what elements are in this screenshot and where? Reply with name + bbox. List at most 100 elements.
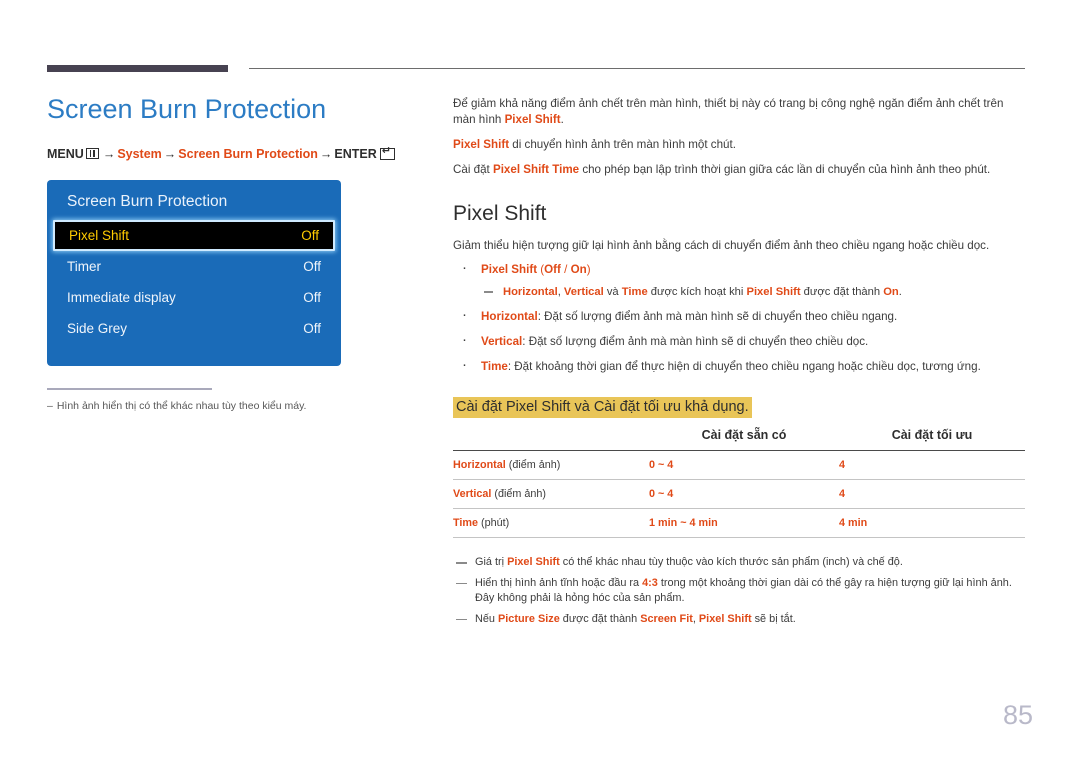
footnotes-block: Giá trị Pixel Shift có thể khác nhau tùy… <box>453 555 1025 627</box>
section-title-pixel-shift: Pixel Shift <box>453 202 547 225</box>
bullet-term: Vertical <box>481 335 523 348</box>
table-value-available: 0 ~ 4 <box>649 459 674 471</box>
osd-row-label: Side Grey <box>67 321 128 336</box>
table-value-optimum: 4 <box>839 459 846 471</box>
feature-bullet-list: Pixel Shift (Off / On) Horizontal, Verti… <box>453 260 1025 375</box>
intro-p2-text: di chuyển hình ảnh trên màn hình một chú… <box>509 138 736 151</box>
subnote-term-vertical: Vertical <box>563 286 604 298</box>
breadcrumb-item-system[interactable]: System <box>117 147 161 161</box>
footnote-1: Giá trị Pixel Shift có thể khác nhau tùy… <box>453 555 1025 571</box>
intro-p3-text-a: Cài đặt <box>453 163 493 176</box>
bullet-option-separator: / <box>560 263 571 276</box>
osd-row-value: Off <box>303 321 321 336</box>
intro-paragraph-2: Pixel Shift di chuyển hình ảnh trên màn … <box>453 137 1025 153</box>
osd-row-label: Timer <box>67 259 101 274</box>
table-row: Time (phút) 1 min ~ 4 min 4 min <box>453 508 1025 538</box>
enter-key-icon <box>379 145 395 160</box>
table-header-optimum: Cài đặt tối ưu <box>839 425 1025 451</box>
osd-row-label: Immediate display <box>67 290 176 305</box>
breadcrumb: MENU → System → Screen Burn Protection → ENTER <box>47 145 427 162</box>
footnote-3-term-pixel-shift: Pixel Shift <box>698 612 752 625</box>
osd-menu-title: Screen Burn Protection <box>67 193 228 210</box>
table-cell-optimum: 4 <box>839 479 1025 509</box>
footnote-3-text-c: được đặt thành <box>559 612 641 625</box>
bullet-text: : Đặt số lượng điểm ảnh mà màn hình sẽ d… <box>537 310 898 323</box>
table-cell-optimum: 4 <box>839 450 1025 480</box>
settings-table: Cài đặt sẵn có Cài đặt tối ưu Horizontal… <box>453 425 1025 538</box>
osd-row-value: Off <box>301 228 319 243</box>
footnote-3-term-screen-fit: Screen Fit <box>640 612 693 625</box>
bullet-option-on: On <box>570 263 587 276</box>
osd-row-immediate-display[interactable]: Immediate display Off <box>47 282 341 313</box>
left-note-divider <box>47 388 212 390</box>
table-value-available: 1 min ~ 4 min <box>649 517 718 529</box>
breadcrumb-enter-label: ENTER <box>334 147 377 161</box>
osd-row-side-grey[interactable]: Side Grey Off <box>47 313 341 344</box>
table-value-optimum: 4 <box>839 488 846 500</box>
intro-block: Để giảm khả năng điểm ảnh chết trên màn … <box>453 96 1025 178</box>
left-footnote: – Hình ảnh hiển thị có thể khác nhau tùy … <box>47 399 427 413</box>
left-footnote-text: Hình ảnh hiển thị có thể khác nhau tùy t… <box>56 400 307 412</box>
footnote-1-text-c: có thể khác nhau tùy thuộc vào kích thướ… <box>559 556 903 568</box>
header-rule-thick <box>47 65 228 72</box>
bullet-text: : Đặt số lượng điểm ảnh mà màn hình sẽ d… <box>522 335 869 348</box>
subnote-sep-2: và <box>603 286 622 298</box>
intro-p3-term: Pixel Shift Time <box>492 163 580 176</box>
footnote-2-term-ratio: 4:3 <box>642 576 658 589</box>
subnote-text-5: . <box>898 286 902 298</box>
table-cell-key: Vertical (điểm ảnh) <box>453 479 649 509</box>
table-key-term: Time <box>453 517 479 529</box>
subnote-term-horizontal: Horizontal <box>503 286 558 298</box>
bullet-time: Time: Đặt khoảng thời gian để thực hiện … <box>453 357 1025 375</box>
page-number: 85 <box>1002 700 1033 730</box>
table-key-unit: (điểm ảnh) <box>505 459 561 471</box>
subnote-text-4: được đặt thành <box>800 286 884 298</box>
bullet-term: Time <box>481 360 508 373</box>
intro-p1-text-c: . <box>560 113 564 126</box>
osd-menu-panel: Screen Burn Protection Pixel Shift Off T… <box>47 180 341 366</box>
footnote-2-text-a: Hiển thị hình ảnh tĩnh hoặc đầu ra <box>475 576 643 589</box>
section-lead-text: Giảm thiểu hiện tượng giữ lại hình ảnh b… <box>453 239 990 252</box>
table-cell-available: 0 ~ 4 <box>649 450 839 480</box>
osd-row-timer[interactable]: Timer Off <box>47 251 341 282</box>
table-cell-optimum: 4 min <box>839 508 1025 538</box>
left-column: Screen Burn Protection MENU → System → Scree… <box>47 92 427 413</box>
osd-row-label: Pixel Shift <box>69 228 130 243</box>
table-key-unit: (điểm ảnh) <box>491 488 547 500</box>
bullet-term: Horizontal <box>481 310 538 323</box>
table-key-term: Horizontal <box>453 459 506 471</box>
table-value-optimum: 4 min <box>839 517 868 529</box>
table-row: Vertical (điểm ảnh) 0 ~ 4 4 <box>453 479 1025 509</box>
footnote-3-text-a: Nếu <box>475 612 499 625</box>
breadcrumb-item-screen-burn-protection[interactable]: Screen Burn Protection <box>178 147 318 161</box>
osd-row-value: Off <box>303 259 321 274</box>
osd-row-pixel-shift[interactable]: Pixel Shift Off <box>53 220 335 251</box>
breadcrumb-arrow-1: → <box>102 147 116 161</box>
table-header-blank <box>453 425 649 451</box>
intro-p3-text-c: cho phép bạn lập trình thời gian giữa cá… <box>579 163 991 176</box>
bullet-paren-close: ) <box>586 263 591 276</box>
intro-paragraph-3: Cài đặt Pixel Shift Time cho phép bạn lậ… <box>453 162 1025 178</box>
bullet-vertical: Vertical: Đặt số lượng điểm ảnh mà màn h… <box>453 332 1025 350</box>
intro-p2-term: Pixel Shift <box>453 138 510 151</box>
footnote-3-text-g: sẽ bị tắt. <box>751 612 796 625</box>
bullet-subnote: Horizontal, Vertical và Time được kích h… <box>481 284 1025 300</box>
osd-row-value: Off <box>303 290 321 305</box>
left-footnote-dash: – <box>47 400 53 412</box>
table-cell-available: 1 min ~ 4 min <box>649 508 839 538</box>
menu-grid-icon <box>85 148 99 159</box>
table-cell-key: Time (phút) <box>453 508 649 538</box>
table-key-term: Vertical <box>453 488 492 500</box>
table-value-available: 0 ~ 4 <box>649 488 674 500</box>
table-key-unit: (phút) <box>478 517 510 529</box>
subnote-term-on: On <box>883 286 899 298</box>
breadcrumb-arrow-3: → <box>319 147 333 161</box>
page-title: Screen Burn Protection <box>47 94 327 124</box>
footnote-2: Hiển thị hình ảnh tĩnh hoặc đầu ra 4:3 t… <box>453 576 1025 607</box>
table-row: Horizontal (điểm ảnh) 0 ~ 4 4 <box>453 450 1025 480</box>
bullet-horizontal: Horizontal: Đặt số lượng điểm ảnh mà màn… <box>453 307 1025 325</box>
footnote-1-text-a: Giá trị <box>475 556 508 568</box>
breadcrumb-arrow-2: → <box>163 147 177 161</box>
footnote-3-term-picture-size: Picture Size <box>498 612 560 625</box>
bullet-text: : Đặt khoảng thời gian để thực hiện di c… <box>507 360 981 373</box>
